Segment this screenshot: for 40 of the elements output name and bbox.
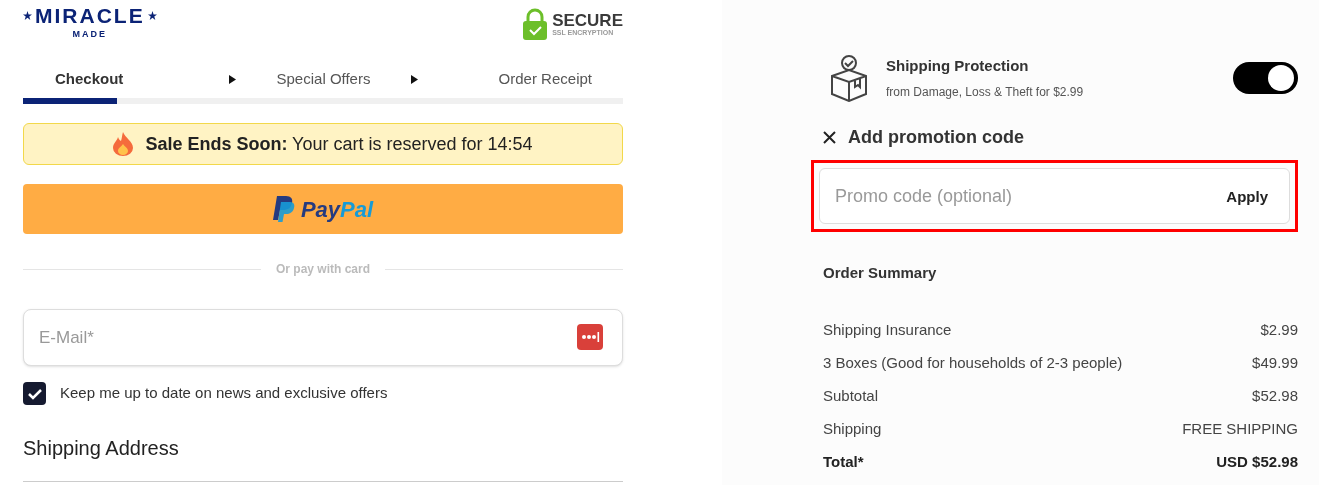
arrow-right-icon xyxy=(229,74,237,84)
email-field[interactable]: E-Mail* xyxy=(23,309,623,366)
summary-label: 3 Boxes (Good for households of 2-3 people) xyxy=(823,352,1123,373)
summary-value: USD $52.98 xyxy=(1216,451,1298,472)
padlock-icon xyxy=(523,8,548,40)
toggle-switch[interactable] xyxy=(1233,62,1298,94)
checkmark-icon xyxy=(27,387,42,400)
paypal-button[interactable]: PayPal xyxy=(23,184,623,234)
summary-label: Subtotal xyxy=(823,385,879,406)
sale-message: Sale Ends Soon: Your cart is reserved for 14:54 xyxy=(145,132,533,156)
paypal-logo-icon xyxy=(272,196,295,222)
summary-value: FREE SHIPPING xyxy=(1182,418,1298,439)
protection-subtitle: from Damage, Loss & Theft for $2.99 xyxy=(886,83,1084,101)
summary-value: $2.99 xyxy=(1260,319,1298,340)
promotion-toggle[interactable]: Add promotion code xyxy=(823,124,1024,151)
summary-label: Shipping Insurance xyxy=(823,319,952,340)
apply-button[interactable]: Apply xyxy=(1224,186,1270,209)
step-tab[interactable]: Checkout xyxy=(55,67,124,91)
summary-label: Total* xyxy=(823,451,864,472)
newsletter-label: Keep me up to date on news and exclusive offers xyxy=(60,383,388,404)
close-icon xyxy=(823,131,836,144)
step-tab[interactable]: Order Receipt xyxy=(498,67,592,91)
protection-title: Shipping Protection xyxy=(886,56,1030,77)
summary-label: Shipping xyxy=(823,418,882,439)
logo-wordmark: MIRACLE xyxy=(35,5,145,26)
divider-label: Or pay with card xyxy=(276,261,370,278)
protected-box-icon xyxy=(829,54,869,102)
password-manager-icon[interactable] xyxy=(577,324,603,350)
summary-value: $49.99 xyxy=(1252,352,1298,373)
logo-subtitle: MADE xyxy=(72,28,108,41)
step-tab[interactable]: Special Offers xyxy=(276,67,371,91)
summary-title: Order Summary xyxy=(823,263,938,283)
star-icon xyxy=(23,11,32,20)
checkbox[interactable] xyxy=(23,382,46,405)
star-icon xyxy=(147,11,157,20)
summary-value: $52.98 xyxy=(1252,385,1298,406)
section-heading: Shipping Address xyxy=(23,436,180,461)
arrow-right-icon xyxy=(410,74,418,84)
secure-label: SECURE xyxy=(552,12,623,29)
flame-icon xyxy=(113,132,134,156)
